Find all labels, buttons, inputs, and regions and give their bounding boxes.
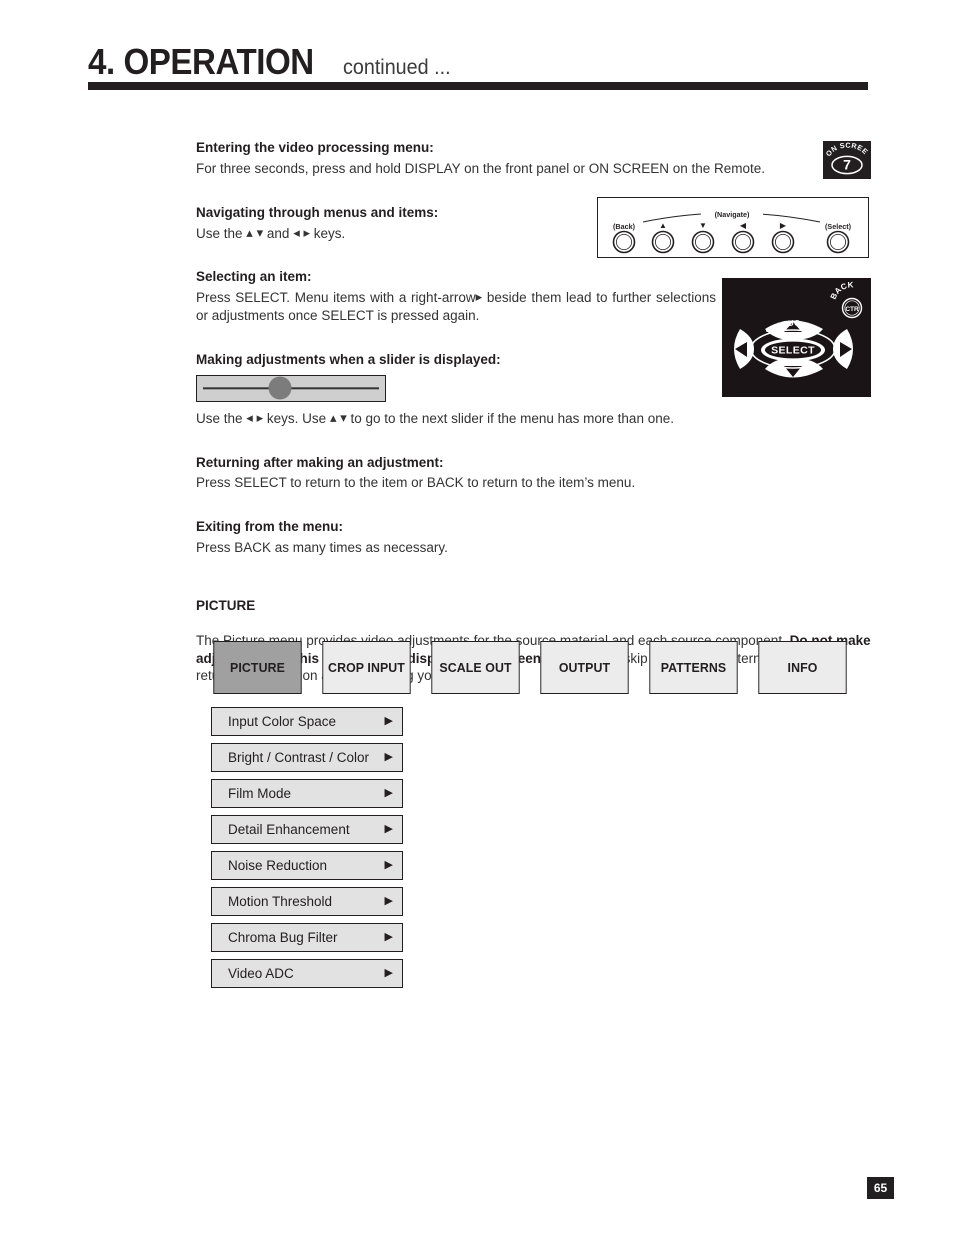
section-slider-adjustments: Making adjustments when a slider is disp… [196, 352, 872, 428]
section-title: Making adjustments when a slider is disp… [196, 351, 501, 367]
slider-widget[interactable] [196, 374, 386, 402]
arrow-right-icon [303, 226, 310, 239]
tab-scale-out[interactable]: SCALE OUT [431, 641, 520, 694]
tab-label: SCALE OUT [439, 660, 512, 675]
section-body: Use the and keys. [196, 225, 872, 243]
tab-patterns[interactable]: PATTERNS [649, 641, 738, 694]
chevron-right-icon: ▶ [384, 751, 393, 763]
chevron-right-icon: ▶ [384, 787, 393, 799]
arrow-left-icon [246, 411, 253, 424]
picture-heading: PICTURE [196, 597, 256, 613]
section-title: Navigating through menus and items: [196, 204, 439, 220]
section-title: Selecting an item: [196, 269, 312, 285]
arrow-down-icon [340, 411, 347, 424]
tab-info[interactable]: INFO [758, 641, 847, 694]
tab-output[interactable]: OUTPUT [540, 641, 629, 694]
section-title: Returning after making an adjustment: [196, 454, 444, 470]
slider-caption-c: to go to the next slider if the menu has… [350, 410, 674, 426]
arrow-right-icon [476, 290, 483, 303]
menu-item-label: Bright / Contrast / Color [228, 750, 370, 765]
menu-item-label: Video ADC [228, 966, 294, 981]
tab-label: PATTERNS [660, 660, 727, 675]
tab-label: INFO [787, 660, 818, 675]
nav-text-prefix: Use the [196, 225, 243, 241]
tab-label: OUTPUT [558, 660, 611, 675]
slider-caption-a: Use the [196, 410, 243, 426]
nav-text-mid: and [266, 225, 290, 241]
page-title: 4. OPERATION [88, 41, 314, 82]
tab-picture[interactable]: PICTURE [213, 641, 302, 694]
section-body: Press BACK as many times as necessary. [196, 540, 448, 556]
slider-caption: Use the keys. Use to go to the next slid… [196, 410, 872, 428]
menu-item-chroma-bug-filter[interactable]: Chroma Bug Filter ▶ [211, 923, 403, 952]
menu-item-video-adc[interactable]: Video ADC ▶ [211, 959, 403, 988]
chevron-right-icon: ▶ [384, 895, 393, 907]
page-number-badge: 65 [867, 1177, 894, 1199]
page-number: 65 [873, 1181, 888, 1195]
chevron-right-icon: ▶ [384, 931, 393, 943]
chevron-right-icon: ▶ [384, 823, 393, 835]
menu-item-label: Detail Enhancement [228, 822, 350, 837]
menu-item-noise-reduction[interactable]: Noise Reduction ▶ [211, 851, 403, 880]
menu-item-bright-contrast-color[interactable]: Bright / Contrast / Color ▶ [211, 743, 403, 772]
section-entering-menu: Entering the video processing menu: For … [196, 140, 872, 178]
slider-knob[interactable] [268, 376, 292, 400]
slider-caption-b: keys. Use [266, 410, 327, 426]
section-title: Exiting from the menu: [196, 519, 344, 535]
header-rule [88, 82, 868, 90]
chevron-right-icon: ▶ [384, 715, 393, 727]
section-returning: Returning after making an adjustment: Pr… [196, 455, 872, 493]
menu-item-label: Noise Reduction [228, 858, 328, 873]
main-content: Entering the video processing menu: For … [196, 140, 872, 685]
menu-item-film-mode[interactable]: Film Mode ▶ [211, 779, 403, 808]
menu-item-label: Motion Threshold [228, 894, 333, 909]
menu-item-label: Input Color Space [228, 714, 337, 729]
select-text-a: Press SELECT. Menu items with a right-ar… [196, 290, 476, 306]
menu-item-label: Film Mode [228, 786, 292, 801]
picture-menu-list: Input Color Space ▶ Bright / Contrast / … [211, 707, 403, 995]
section-body: Press SELECT to return to the item or BA… [196, 475, 636, 491]
section-selecting-item: Selecting an item: Press SELECT. Menu it… [196, 269, 872, 325]
arrow-up-icon [246, 226, 253, 239]
arrow-up-icon [330, 411, 337, 424]
chevron-right-icon: ▶ [384, 967, 393, 979]
nav-text-suffix: keys. [313, 225, 346, 241]
page-title-continued: continued ... [343, 56, 451, 79]
menu-tab-bar: PICTURE CROP INPUT SCALE OUT OUTPUT PATT… [211, 641, 849, 694]
chevron-right-icon: ▶ [384, 859, 393, 871]
tab-label: PICTURE [230, 660, 285, 675]
menu-item-input-color-space[interactable]: Input Color Space ▶ [211, 707, 403, 736]
section-exiting: Exiting from the menu: Press BACK as man… [196, 519, 872, 557]
arrow-down-icon [257, 226, 264, 239]
arrow-right-icon [257, 411, 264, 424]
section-body: For three seconds, press and hold DISPLA… [196, 160, 766, 176]
menu-item-motion-threshold[interactable]: Motion Threshold ▶ [211, 887, 403, 916]
menu-item-detail-enhancement[interactable]: Detail Enhancement ▶ [211, 815, 403, 844]
tab-label: CROP INPUT [328, 660, 405, 675]
section-body: Press SELECT. Menu items with a right-ar… [196, 289, 716, 325]
arrow-left-icon [293, 226, 300, 239]
section-navigating: Navigating through menus and items: Use … [196, 205, 872, 243]
page-header: 4. OPERATION continued ... [88, 44, 868, 80]
section-title: Entering the video processing menu: [196, 140, 434, 155]
menu-item-label: Chroma Bug Filter [228, 930, 338, 945]
tab-crop-input[interactable]: CROP INPUT [322, 641, 411, 694]
